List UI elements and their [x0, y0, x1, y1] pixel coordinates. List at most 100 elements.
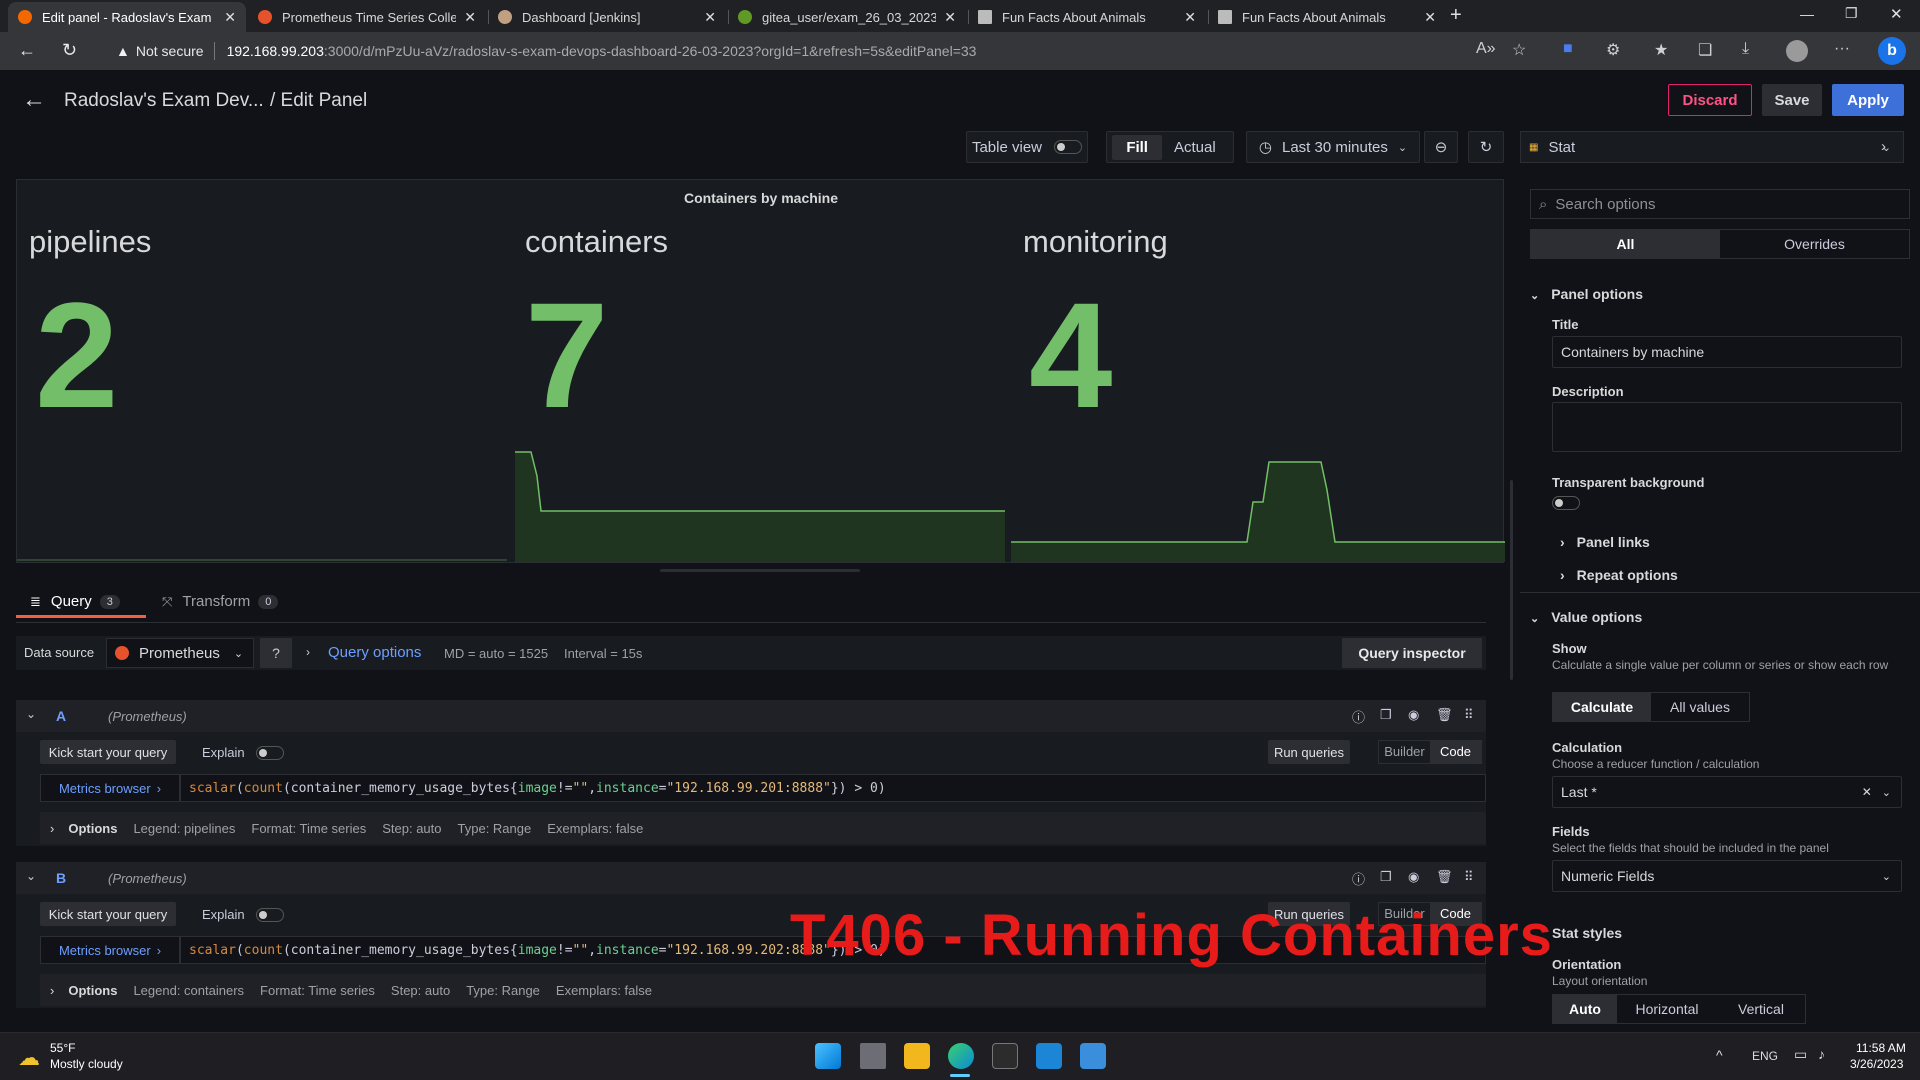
apply-button[interactable]: Apply [1832, 84, 1904, 116]
language-indicator[interactable]: ENG [1752, 1049, 1778, 1063]
restore-icon[interactable]: ❐ [1845, 5, 1858, 22]
title-input[interactable]: Containers by machine [1552, 336, 1902, 368]
toggle-switch[interactable] [1054, 140, 1083, 154]
collapse-chevron-icon[interactable]: ⌄ [26, 707, 36, 721]
downloads-icon[interactable]: ⤓ [1742, 40, 1749, 58]
run-queries-button[interactable]: Run queries [1268, 740, 1350, 764]
metrics-browser-button[interactable]: Metrics browser › [40, 774, 180, 802]
close-tab-icon[interactable]: ✕ [944, 9, 956, 26]
edge-browser-icon[interactable] [948, 1043, 974, 1069]
clock-date[interactable]: 3/26/2023 [1850, 1057, 1903, 1071]
browser-tab[interactable]: Edit panel - Radoslav's Exam Dev ✕ [8, 2, 246, 32]
kick-start-button[interactable]: Kick start your query [40, 740, 176, 764]
description-textarea[interactable] [1552, 402, 1902, 452]
duplicate-icon[interactable]: ❐ [1380, 707, 1392, 723]
panel-resize-handle[interactable] [660, 569, 860, 572]
code-option[interactable]: Code [1430, 741, 1481, 763]
chevron-right-icon[interactable]: › [306, 645, 310, 659]
discard-button[interactable]: Discard [1668, 84, 1752, 116]
repeat-options-section[interactable]: › Repeat options [1560, 567, 1678, 583]
close-tab-icon[interactable]: ✕ [1184, 9, 1196, 26]
favorite-star-icon[interactable]: ☆ [1512, 40, 1526, 60]
promql-editor[interactable]: scalar(count(container_memory_usage_byte… [180, 774, 1486, 802]
minimize-icon[interactable]: — [1800, 6, 1814, 22]
tray-chevron-icon[interactable]: ^ [1716, 1047, 1723, 1063]
drag-handle-icon[interactable]: ⠿ [1464, 707, 1474, 723]
back-arrow-icon[interactable]: ← [22, 86, 46, 114]
browser-tab[interactable]: Fun Facts About Animals ✕ [968, 2, 1206, 32]
help-icon[interactable]: ? [260, 638, 292, 668]
help-icon[interactable]: ⓘ [1352, 707, 1365, 726]
explain-toggle[interactable] [256, 907, 284, 922]
profile-avatar[interactable] [1786, 40, 1808, 62]
browser-tab[interactable]: Fun Facts About Animals ✕ [1208, 2, 1446, 32]
pane-splitter[interactable] [1510, 480, 1513, 680]
browser-tab[interactable]: Prometheus Time Series Collectio ✕ [248, 2, 486, 32]
terminal-icon[interactable] [992, 1043, 1018, 1069]
paint-app-icon[interactable] [1080, 1043, 1106, 1069]
extensions-icon[interactable]: ⚙ [1606, 40, 1620, 60]
close-tab-icon[interactable]: ✕ [224, 9, 236, 26]
stat-panel[interactable]: Containers by machine pipelines 2 contai… [16, 179, 1505, 563]
refresh-icon[interactable]: ↻ [1468, 131, 1504, 163]
vscode-icon[interactable] [1036, 1043, 1062, 1069]
collections-icon[interactable]: ❏ [1698, 40, 1712, 60]
bing-icon[interactable]: b [1878, 37, 1906, 65]
orientation-horizontal[interactable]: Horizontal [1617, 995, 1717, 1023]
kick-start-button[interactable]: Kick start your query [40, 902, 176, 926]
builder-option[interactable]: Builder [1379, 741, 1430, 763]
eye-icon[interactable]: ◉ [1408, 707, 1419, 723]
explain-toggle[interactable] [256, 745, 284, 760]
metrics-browser-button[interactable]: Metrics browser › [40, 936, 180, 964]
all-values-option[interactable]: All values [1651, 693, 1749, 721]
table-view-toggle[interactable]: Table view [966, 131, 1088, 163]
time-range-picker[interactable]: ◷ Last 30 minutes ⌄ [1246, 131, 1420, 163]
query-options-row[interactable]: › Options Legend: pipelines Format: Time… [40, 812, 1486, 844]
duplicate-icon[interactable]: ❐ [1380, 869, 1392, 885]
close-tab-icon[interactable]: ✕ [464, 9, 476, 26]
close-tab-icon[interactable]: ✕ [704, 9, 716, 26]
query-ref-b[interactable]: B [56, 870, 66, 886]
reload-icon[interactable]: ↻ [62, 40, 77, 61]
orientation-auto[interactable]: Auto [1553, 995, 1617, 1023]
trash-icon[interactable]: 🗑 [1436, 707, 1453, 723]
file-explorer-icon[interactable] [904, 1043, 930, 1069]
search-options-input[interactable]: ⌕ Search options [1530, 189, 1910, 219]
actual-option[interactable]: Actual [1162, 135, 1228, 160]
help-icon[interactable]: ⓘ [1352, 869, 1365, 888]
calculation-select[interactable]: Last * ✕ ⌄ [1552, 776, 1902, 808]
visualization-picker[interactable]: ▦ Stat ⌄ [1520, 131, 1904, 163]
query-options-link[interactable]: Query options [328, 644, 421, 661]
dashboard-title[interactable]: Radoslav's Exam Dev... [64, 90, 264, 112]
query-options-row[interactable]: › Options Legend: containers Format: Tim… [40, 974, 1486, 1006]
datasource-picker[interactable]: Prometheus ⌄ [106, 638, 254, 668]
read-aloud-icon[interactable]: A» [1476, 40, 1496, 58]
query-ref-a[interactable]: A [56, 708, 66, 724]
tab-transform[interactable]: ⤧ Transform 0 [162, 593, 279, 610]
panel-options-section[interactable]: ⌄ Panel options [1530, 286, 1643, 302]
favorites-icon[interactable]: ★ [1654, 40, 1668, 60]
close-tab-icon[interactable]: ✕ [1424, 9, 1436, 26]
transparent-toggle[interactable] [1552, 495, 1580, 510]
browser-tab[interactable]: Dashboard [Jenkins] ✕ [488, 2, 726, 32]
back-icon[interactable]: ← [18, 40, 36, 61]
tab-query[interactable]: ≣ Query 3 [30, 593, 120, 610]
more-menu-icon[interactable]: ··· [1834, 40, 1850, 58]
eye-icon[interactable]: ◉ [1408, 869, 1419, 885]
fill-option[interactable]: Fill [1112, 134, 1162, 160]
volume-icon[interactable]: ♪ [1818, 1046, 1825, 1062]
calculate-option[interactable]: Calculate [1553, 693, 1651, 721]
orientation-vertical[interactable]: Vertical [1717, 995, 1805, 1023]
trash-icon[interactable]: 🗑 [1436, 869, 1453, 885]
fields-select[interactable]: Numeric Fields ⌄ [1552, 860, 1902, 892]
tab-overrides[interactable]: Overrides [1720, 230, 1909, 258]
drag-handle-icon[interactable]: ⠿ [1464, 869, 1474, 885]
cube-app-icon[interactable] [860, 1043, 886, 1069]
zoom-out-icon[interactable]: ⊖ [1424, 131, 1458, 163]
clock-time[interactable]: 11:58 AM [1856, 1041, 1906, 1055]
network-icon[interactable]: ▭ [1794, 1046, 1807, 1063]
new-tab-icon[interactable]: + [1450, 4, 1462, 27]
query-inspector-button[interactable]: Query inspector [1342, 638, 1482, 668]
clear-icon[interactable]: ✕ [1862, 785, 1872, 799]
panel-links-section[interactable]: › Panel links [1560, 534, 1650, 550]
